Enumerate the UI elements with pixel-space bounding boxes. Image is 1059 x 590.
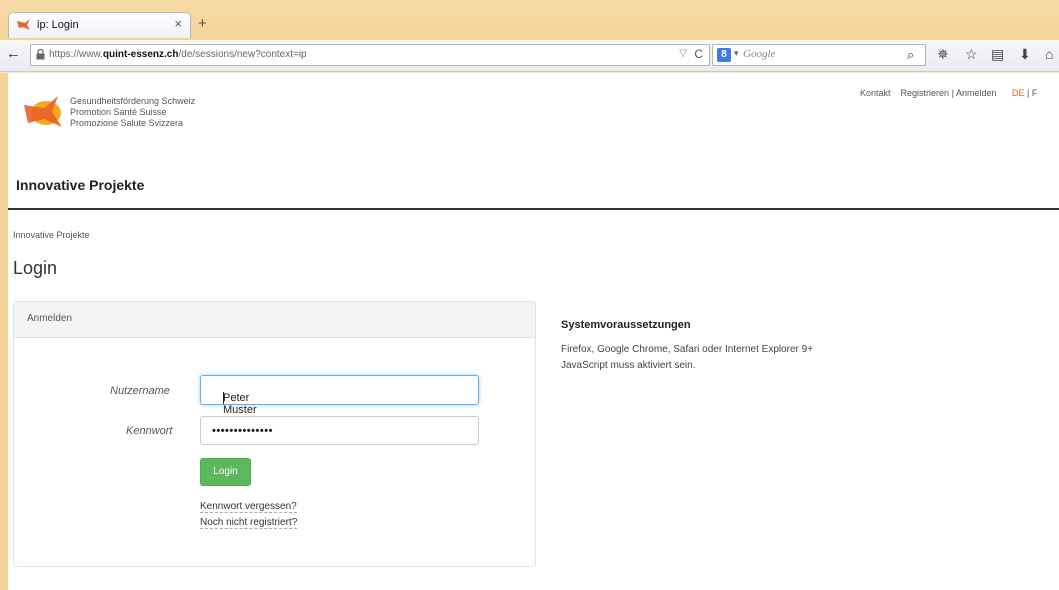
search-bar[interactable]: 8 ▾ Google [712, 44, 926, 66]
username-field[interactable]: Peter Muster [200, 375, 479, 416]
tab-title: ip: Login [37, 19, 79, 31]
url-text: https://www.quint-essenz.ch/de/sessions/… [49, 49, 307, 60]
nav-separator: | [951, 88, 954, 98]
bookmark-star-icon[interactable]: ☆ [965, 46, 978, 63]
site-title[interactable]: Innovative Projekte [16, 177, 144, 193]
page-title: Login [13, 258, 58, 278]
register-link[interactable]: Registrieren [901, 88, 950, 98]
window-frame [0, 73, 8, 590]
header-divider [8, 208, 1059, 210]
language-de[interactable]: DE [1012, 88, 1025, 98]
search-placeholder: Google [743, 48, 776, 60]
password-field[interactable]: •••••••••••••• [200, 416, 479, 445]
lock-icon [36, 49, 45, 60]
page-content: Gesundheitsförderung Schweiz Promotion S… [8, 73, 1059, 590]
download-icon[interactable]: ⬇ [1019, 46, 1031, 63]
requirements-title: Systemvoraussetzungen [561, 319, 691, 331]
search-engine-dropdown-icon[interactable]: ▾ [734, 48, 739, 59]
browser-tab[interactable]: ip: Login × [8, 12, 191, 38]
forgot-password-link[interactable]: Kennwort vergessen? [200, 501, 297, 513]
google-icon[interactable]: 8 [717, 48, 731, 62]
reading-list-icon[interactable]: ▤ [991, 46, 1004, 63]
close-tab-icon[interactable]: × [174, 16, 182, 31]
login-link[interactable]: Anmelden [956, 88, 997, 98]
organization-name: Gesundheitsförderung Schweiz Promotion S… [70, 96, 196, 128]
address-bar[interactable]: https://www.quint-essenz.ch/de/sessions/… [30, 44, 710, 66]
contact-link[interactable]: Kontakt [860, 88, 891, 98]
site-logo-icon [17, 19, 30, 30]
reload-icon[interactable]: C [694, 47, 703, 61]
top-navigation: Kontakt Registrieren | Anmelden DE | F [860, 88, 1037, 98]
browser-nav-bar: ← https://www.quint-essenz.ch/de/session… [0, 40, 1059, 72]
text-cursor [223, 392, 224, 404]
login-panel: Anmelden Nutzername Peter Muster Kennwor… [13, 301, 536, 567]
panel-heading: Anmelden [14, 302, 535, 338]
panel-heading-text: Anmelden [27, 313, 73, 324]
username-label: Nutzername [110, 385, 170, 397]
url-dropdown-icon[interactable]: ▽ [679, 48, 687, 59]
password-value: •••••••••••••• [212, 425, 273, 437]
register-account-link[interactable]: Noch nicht registriert? [200, 517, 298, 529]
home-icon[interactable]: ⌂ [1045, 46, 1053, 62]
password-label: Kennwort [126, 425, 173, 437]
breadcrumb[interactable]: Innovative Projekte [13, 230, 90, 240]
settings-icon[interactable]: ✵ [937, 46, 949, 63]
search-icon[interactable]: ⌕ [907, 47, 914, 63]
new-tab-button[interactable]: + [198, 15, 207, 32]
requirements-browsers: Firefox, Google Chrome, Safari oder Inte… [561, 344, 814, 355]
back-arrow-icon[interactable]: ← [6, 45, 22, 63]
language-separator[interactable]: | F [1027, 88, 1037, 98]
browser-tab-bar: ip: Login × + [0, 0, 1059, 40]
username-value: Peter Muster [223, 392, 257, 416]
requirements-javascript: JavaScript muss aktiviert sein. [561, 360, 696, 371]
login-button[interactable]: Login [200, 458, 251, 486]
organization-logo-icon[interactable] [22, 93, 64, 131]
